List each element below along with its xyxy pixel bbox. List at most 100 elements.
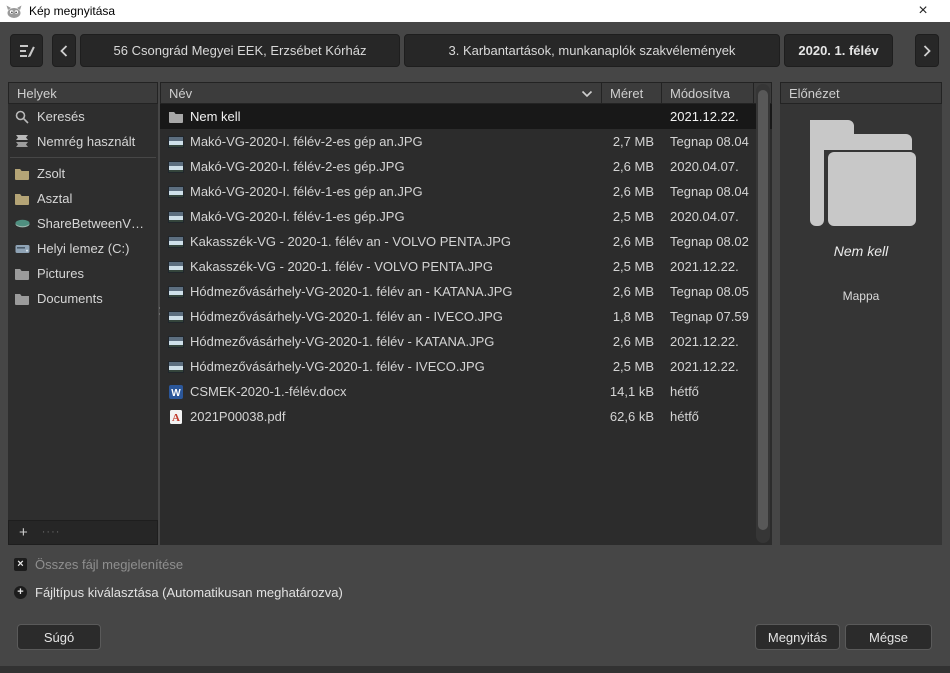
file-modified: 2021.12.22. (670, 259, 739, 274)
file-row[interactable]: Hódmezővásárhely-VG-2020-1. félév - IVEC… (160, 354, 772, 379)
file-modified: Tegnap 08.05 (670, 284, 749, 299)
file-name: CSMEK-2020-1.-félév.docx (190, 384, 347, 399)
chevron-left-icon (60, 44, 68, 57)
file-modified: hétfő (670, 384, 699, 399)
file-rows: Nem kell 2021.12.22. Makó-VG-2020-I. félév… (160, 104, 772, 429)
sidebar-item-label: Documents (37, 291, 103, 306)
file-row[interactable]: Hódmezővásárhely-VG-2020-1. félév an - K… (160, 279, 772, 304)
file-name: Makó-VG-2020-I. félév-1-es gép an.JPG (190, 184, 423, 199)
image-icon (168, 259, 184, 275)
file-row[interactable]: Kakasszék-VG - 2020-1. félév - VOLVO PEN… (160, 254, 772, 279)
folder-icon (168, 109, 184, 125)
file-modified: 2021.12.22. (670, 109, 739, 124)
type-filename-button[interactable] (10, 34, 43, 67)
sidebar-item-keres-s[interactable]: Keresés (8, 104, 158, 129)
sort-chevron-down-icon (581, 86, 593, 101)
image-icon (168, 234, 184, 250)
file-list-columns: Név Méret Módosítva (160, 82, 772, 104)
preview-file-kind: Mappa (842, 289, 880, 303)
places-separator (10, 157, 156, 158)
column-header-size[interactable]: Méret (602, 82, 662, 104)
file-name: Hódmezővásárhely-VG-2020-1. félév an - K… (190, 284, 513, 299)
file-name: Hódmezővásárhely-VG-2020-1. félév - KATA… (190, 334, 495, 349)
show-all-files-row: × Összes fájl megjelenítése (14, 557, 183, 572)
sidebar-item-label: Zsolt (37, 166, 66, 181)
image-icon (168, 309, 184, 325)
file-modified: 2021.12.22. (670, 334, 739, 349)
cancel-button[interactable]: Mégse (845, 624, 932, 650)
word-icon: W (168, 384, 184, 400)
file-row[interactable]: A 2021P00038.pdf 62,6 kB hétfő (160, 404, 772, 429)
close-icon[interactable]: × (908, 0, 938, 22)
recent-icon (14, 134, 30, 150)
file-type-label[interactable]: Fájltípus kiválasztása (Automatikusan me… (35, 585, 343, 600)
checkbox-checked-icon[interactable]: × (14, 558, 27, 571)
sidebar-item-helyi-lemez-c[interactable]: Helyi lemez (C:) (8, 236, 158, 261)
open-button[interactable]: Megnyitás (755, 624, 840, 650)
file-modified: Tegnap 07.59 (670, 309, 749, 324)
expander-plus-icon[interactable]: + (14, 586, 27, 599)
file-modified: Tegnap 08.02 (670, 234, 749, 249)
drive-icon (14, 241, 30, 257)
add-bookmark-button[interactable]: + (19, 525, 28, 540)
remove-bookmark-button[interactable]: ···· (42, 527, 61, 538)
file-size: 2,6 MB (612, 334, 654, 349)
file-size: 62,6 kB (609, 409, 654, 424)
file-size: 2,5 MB (612, 209, 654, 224)
file-size: 2,5 MB (612, 359, 654, 374)
folder-gray-icon (14, 266, 30, 282)
sidebar-item-label: Keresés (37, 109, 85, 124)
file-name: Kakasszék-VG - 2020-1. félév - VOLVO PEN… (190, 259, 493, 274)
breadcrumb-item-1[interactable]: 3. Karbantartások, munkanaplók szakvélem… (404, 34, 780, 67)
file-modified: 2020.04.07. (670, 159, 739, 174)
preview-file-name: Nem kell (833, 243, 889, 259)
file-row[interactable]: Makó-VG-2020-I. félév-1-es gép.JPG 2,5 MB… (160, 204, 772, 229)
file-type-expander-row: + Fájltípus kiválasztása (Automatikusan … (14, 585, 343, 600)
file-size: 2,6 MB (612, 234, 654, 249)
file-row[interactable]: Hódmezővásárhely-VG-2020-1. félév an - I… (160, 304, 772, 329)
file-size: 2,6 MB (612, 159, 654, 174)
sidebar-item-label: Nemrég használt (37, 134, 136, 149)
show-all-files-label[interactable]: Összes fájl megjelenítése (35, 557, 183, 572)
sidebar-item-asztal[interactable]: Asztal (8, 186, 158, 211)
file-size: 2,6 MB (612, 284, 654, 299)
vertical-scrollbar[interactable] (756, 84, 770, 543)
sidebar-item-sharebetweenv[interactable]: ShareBetweenV… (8, 211, 158, 236)
file-row[interactable]: Makó-VG-2020-I. félév-1-es gép an.JPG 2,6… (160, 179, 772, 204)
pdf-icon: A (168, 409, 184, 425)
image-icon (168, 184, 184, 200)
window-title: Kép megnyitása (29, 4, 116, 18)
breadcrumb-item-0[interactable]: 56 Csongrád Megyei EEK, Erzsébet Kórház (80, 34, 400, 67)
gimp-app-icon (6, 4, 22, 19)
sidebar-item-nemr-g-haszn-lt[interactable]: Nemrég használt (8, 129, 158, 154)
file-name: Makó-VG-2020-I. félév-2-es gép.JPG (190, 159, 405, 174)
file-row[interactable]: Nem kell 2021.12.22. (160, 104, 772, 129)
file-name: Makó-VG-2020-I. félév-1-es gép.JPG (190, 209, 405, 224)
file-row[interactable]: Hódmezővásárhely-VG-2020-1. félév - KATA… (160, 329, 772, 354)
svg-text:W: W (171, 388, 181, 399)
column-header-modified[interactable]: Módosítva (662, 82, 754, 104)
file-row[interactable]: Kakasszék-VG - 2020-1. félév an - VOLVO … (160, 229, 772, 254)
search-icon (14, 109, 30, 125)
breadcrumb-back-button[interactable] (52, 34, 76, 67)
file-row[interactable]: W CSMEK-2020-1.-félév.docx 14,1 kB hétfő (160, 379, 772, 404)
sidebar-item-zsolt[interactable]: Zsolt (8, 161, 158, 186)
file-size: 14,1 kB (609, 384, 654, 399)
sidebar-item-label: Asztal (37, 191, 73, 206)
breadcrumb-item-current[interactable]: 2020. 1. félév (784, 34, 893, 67)
column-header-name[interactable]: Név (160, 82, 602, 104)
sidebar-item-pictures[interactable]: Pictures (8, 261, 158, 286)
scrollbar-thumb[interactable] (758, 90, 768, 530)
help-button[interactable]: Súgó (17, 624, 101, 650)
chevron-right-icon (923, 44, 931, 57)
file-row[interactable]: Makó-VG-2020-I. félév-2-es gép.JPG 2,6 MB… (160, 154, 772, 179)
sidebar-item-documents[interactable]: Documents (8, 286, 158, 311)
sidebar-item-label: ShareBetweenV… (37, 216, 144, 231)
file-modified: 2021.12.22. (670, 359, 739, 374)
file-modified: Tegnap 08.04 (670, 184, 749, 199)
file-modified: 2020.04.07. (670, 209, 739, 224)
breadcrumb-forward-button[interactable] (915, 34, 939, 67)
file-name: Kakasszék-VG - 2020-1. félév an - VOLVO … (190, 234, 512, 249)
image-icon (168, 284, 184, 300)
file-row[interactable]: Makó-VG-2020-I. félév-2-es gép an.JPG 2,7… (160, 129, 772, 154)
